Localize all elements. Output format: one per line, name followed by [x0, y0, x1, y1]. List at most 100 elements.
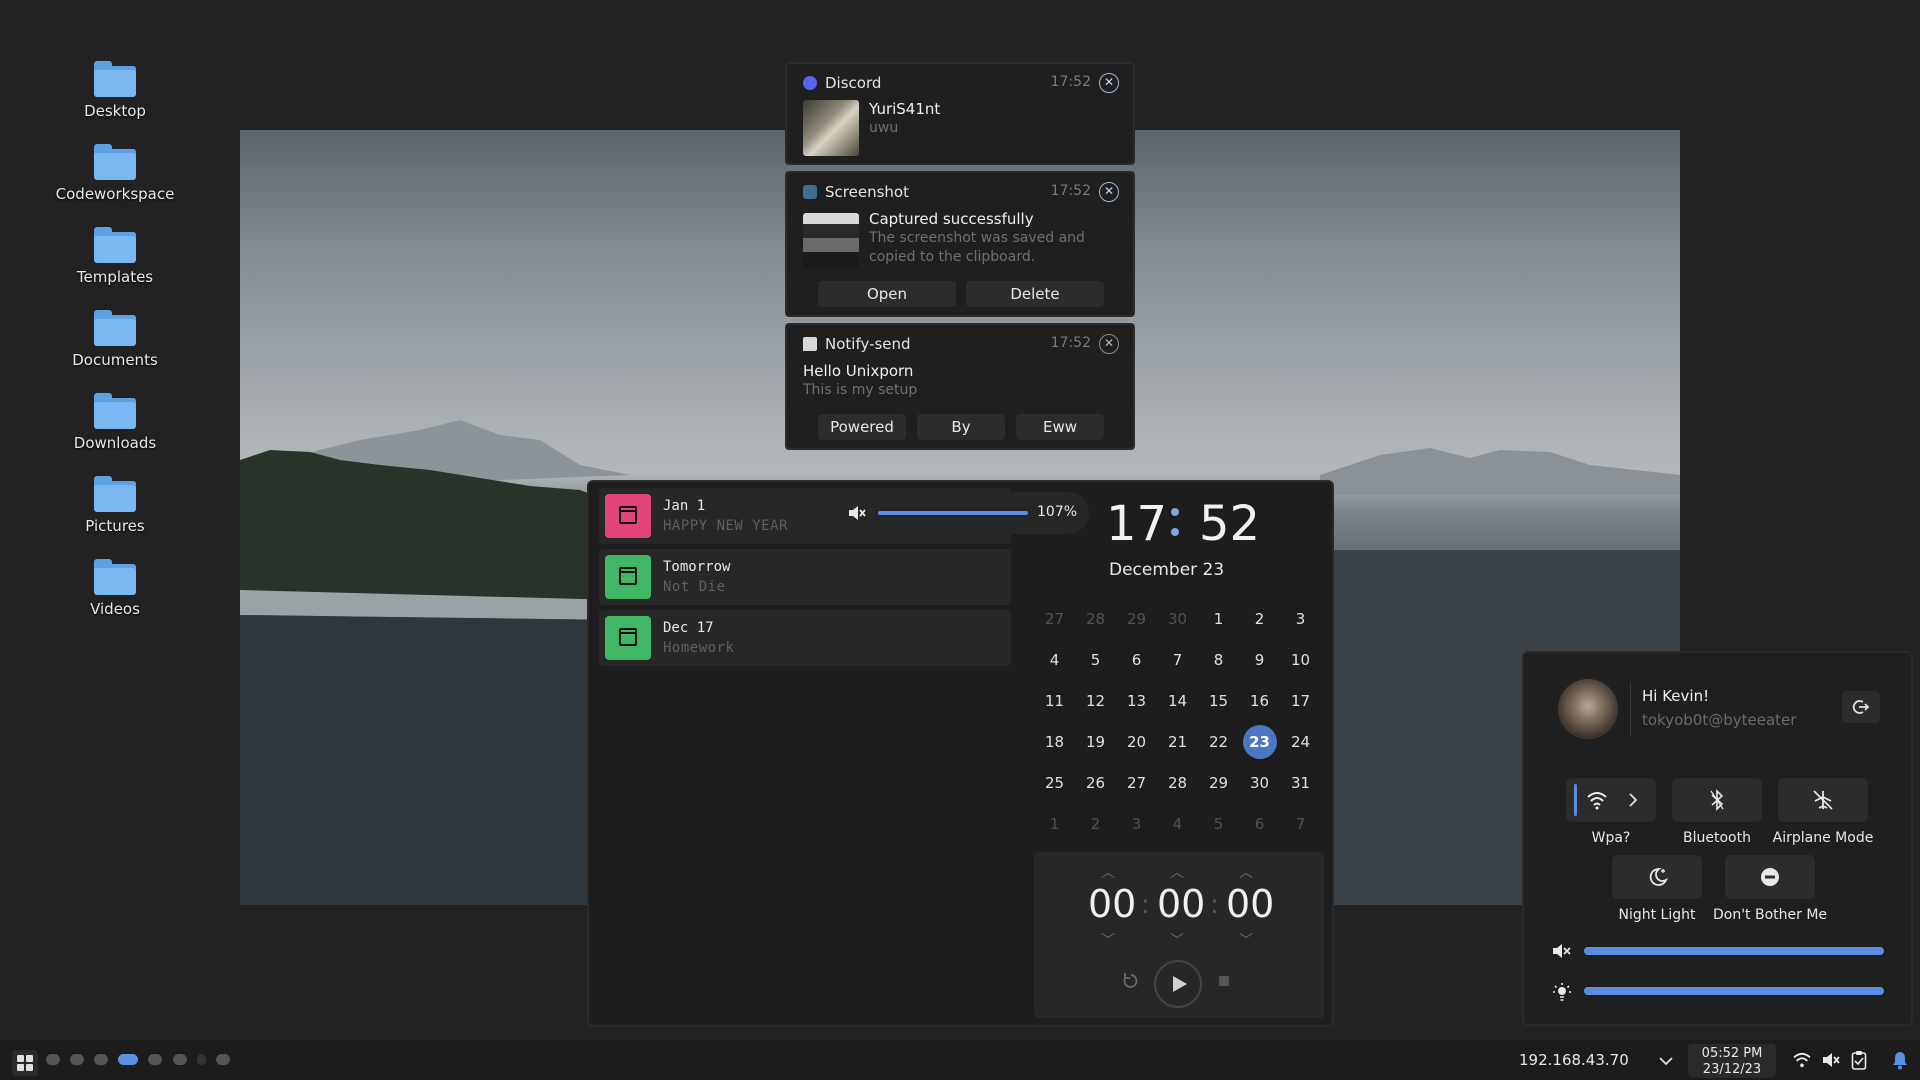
- calendar-day[interactable]: 24: [1280, 722, 1321, 763]
- close-icon[interactable]: ✕: [1099, 334, 1119, 354]
- night-light-toggle[interactable]: [1612, 855, 1702, 899]
- muted-speaker-icon[interactable]: [1552, 943, 1572, 959]
- calendar-day[interactable]: 6: [1239, 804, 1280, 845]
- workspace-indicator[interactable]: [70, 1054, 84, 1065]
- calendar-day[interactable]: 18: [1034, 722, 1075, 763]
- workspace-indicator[interactable]: [148, 1054, 162, 1065]
- calendar-day[interactable]: 15: [1198, 681, 1239, 722]
- chevron-up-icon[interactable]: ︿: [1239, 862, 1253, 882]
- calendar-day-today[interactable]: 23: [1239, 722, 1280, 763]
- bluetooth-toggle[interactable]: [1672, 778, 1762, 822]
- chevron-up-icon[interactable]: ︿: [1101, 862, 1115, 882]
- delete-button[interactable]: Delete: [966, 281, 1104, 307]
- calendar-day[interactable]: 22: [1198, 722, 1239, 763]
- close-icon[interactable]: ✕: [1099, 182, 1119, 202]
- do-not-disturb-toggle[interactable]: [1725, 855, 1815, 899]
- workspace-indicator[interactable]: [94, 1054, 108, 1065]
- stop-icon[interactable]: [1219, 976, 1229, 986]
- calendar-day[interactable]: 27: [1116, 763, 1157, 804]
- calendar-day[interactable]: 20: [1116, 722, 1157, 763]
- desktop-folder-templates[interactable]: Templates: [40, 221, 190, 304]
- workspace-indicator[interactable]: [173, 1054, 187, 1065]
- calendar-day[interactable]: 29: [1116, 599, 1157, 640]
- calendar-day[interactable]: 11: [1034, 681, 1075, 722]
- chevron-up-icon[interactable]: ︿: [1170, 862, 1184, 882]
- calendar-day[interactable]: 17: [1280, 681, 1321, 722]
- calendar-day[interactable]: 2: [1075, 804, 1116, 845]
- calendar-day[interactable]: 29: [1198, 763, 1239, 804]
- calendar-day[interactable]: 6: [1116, 640, 1157, 681]
- wifi-toggle[interactable]: [1566, 778, 1656, 822]
- airplane-toggle[interactable]: [1778, 778, 1868, 822]
- calendar-day[interactable]: 4: [1157, 804, 1198, 845]
- notification-notify-send[interactable]: Notify-send 17:52 ✕ Hello Unixporn This …: [785, 323, 1135, 450]
- calendar-day[interactable]: 27: [1034, 599, 1075, 640]
- notification-screenshot[interactable]: Screenshot 17:52 ✕ Captured successfully…: [785, 171, 1135, 317]
- notification-bell-icon[interactable]: [1891, 1050, 1909, 1070]
- volume-slider[interactable]: [878, 511, 1028, 515]
- volume-slider[interactable]: [1584, 947, 1884, 955]
- powered-button[interactable]: Powered: [818, 414, 906, 440]
- calendar-day[interactable]: 30: [1239, 763, 1280, 804]
- calendar-day[interactable]: 16: [1239, 681, 1280, 722]
- calendar-day[interactable]: 28: [1075, 599, 1116, 640]
- wifi-icon[interactable]: [1792, 1052, 1812, 1068]
- chevron-right-icon[interactable]: [1628, 793, 1638, 807]
- play-button[interactable]: [1154, 960, 1202, 1008]
- workspace-indicator[interactable]: [216, 1054, 230, 1065]
- event-item[interactable]: Dec 17 Homework: [599, 610, 1011, 666]
- workspace-indicator[interactable]: [197, 1054, 206, 1065]
- calendar-day[interactable]: 31: [1280, 763, 1321, 804]
- calendar-day[interactable]: 8: [1198, 640, 1239, 681]
- notification-discord[interactable]: Discord 17:52 ✕ YuriS41nt uwu: [785, 62, 1135, 165]
- calendar-day[interactable]: 25: [1034, 763, 1075, 804]
- muted-speaker-icon[interactable]: [848, 505, 866, 521]
- calendar-day[interactable]: 3: [1116, 804, 1157, 845]
- timer-minutes[interactable]: 00: [1157, 882, 1205, 926]
- desktop-folder-desktop[interactable]: Desktop: [40, 55, 190, 138]
- brightness-slider[interactable]: [1584, 987, 1884, 995]
- calendar-day[interactable]: 19: [1075, 722, 1116, 763]
- reset-icon[interactable]: [1122, 972, 1140, 990]
- chevron-down-icon[interactable]: ﹀: [1101, 930, 1115, 950]
- by-button[interactable]: By: [917, 414, 1005, 440]
- calendar-day[interactable]: 28: [1157, 763, 1198, 804]
- calendar-day[interactable]: 3: [1280, 599, 1321, 640]
- calendar-day[interactable]: 26: [1075, 763, 1116, 804]
- calendar-day[interactable]: 9: [1239, 640, 1280, 681]
- app-launcher-button[interactable]: [12, 1050, 38, 1076]
- workspace-indicator-active[interactable]: [118, 1054, 138, 1065]
- eww-button[interactable]: Eww: [1016, 414, 1104, 440]
- logout-button[interactable]: [1842, 691, 1880, 723]
- volume-control[interactable]: 107%: [834, 492, 1089, 534]
- desktop-folder-documents[interactable]: Documents: [40, 304, 190, 387]
- calendar-day[interactable]: 5: [1198, 804, 1239, 845]
- calendar-day[interactable]: 4: [1034, 640, 1075, 681]
- calendar-day[interactable]: 1: [1034, 804, 1075, 845]
- timer-hours[interactable]: 00: [1088, 882, 1136, 926]
- event-item[interactable]: Tomorrow Not Die: [599, 549, 1011, 605]
- calendar-day[interactable]: 1: [1198, 599, 1239, 640]
- workspace-indicator[interactable]: [46, 1054, 60, 1065]
- timer-seconds[interactable]: 00: [1226, 882, 1274, 926]
- calendar-day[interactable]: 7: [1280, 804, 1321, 845]
- chevron-down-icon[interactable]: ﹀: [1170, 930, 1184, 950]
- chevron-down-icon[interactable]: [1659, 1056, 1673, 1066]
- calendar-day[interactable]: 13: [1116, 681, 1157, 722]
- calendar-day[interactable]: 14: [1157, 681, 1198, 722]
- open-button[interactable]: Open: [818, 281, 956, 307]
- clock-widget[interactable]: 05:52 PM 23/12/23: [1688, 1044, 1776, 1078]
- desktop-folder-videos[interactable]: Videos: [40, 553, 190, 636]
- calendar-day[interactable]: 2: [1239, 599, 1280, 640]
- desktop-folder-codeworkspace[interactable]: Codeworkspace: [40, 138, 190, 221]
- calendar-day[interactable]: 21: [1157, 722, 1198, 763]
- muted-speaker-icon[interactable]: [1822, 1052, 1840, 1068]
- calendar-day[interactable]: 7: [1157, 640, 1198, 681]
- close-icon[interactable]: ✕: [1099, 73, 1119, 93]
- calendar-day[interactable]: 10: [1280, 640, 1321, 681]
- clipboard-icon[interactable]: [1851, 1050, 1867, 1070]
- desktop-folder-downloads[interactable]: Downloads: [40, 387, 190, 470]
- desktop-folder-pictures[interactable]: Pictures: [40, 470, 190, 553]
- calendar-day[interactable]: 30: [1157, 599, 1198, 640]
- chevron-down-icon[interactable]: ﹀: [1239, 930, 1253, 950]
